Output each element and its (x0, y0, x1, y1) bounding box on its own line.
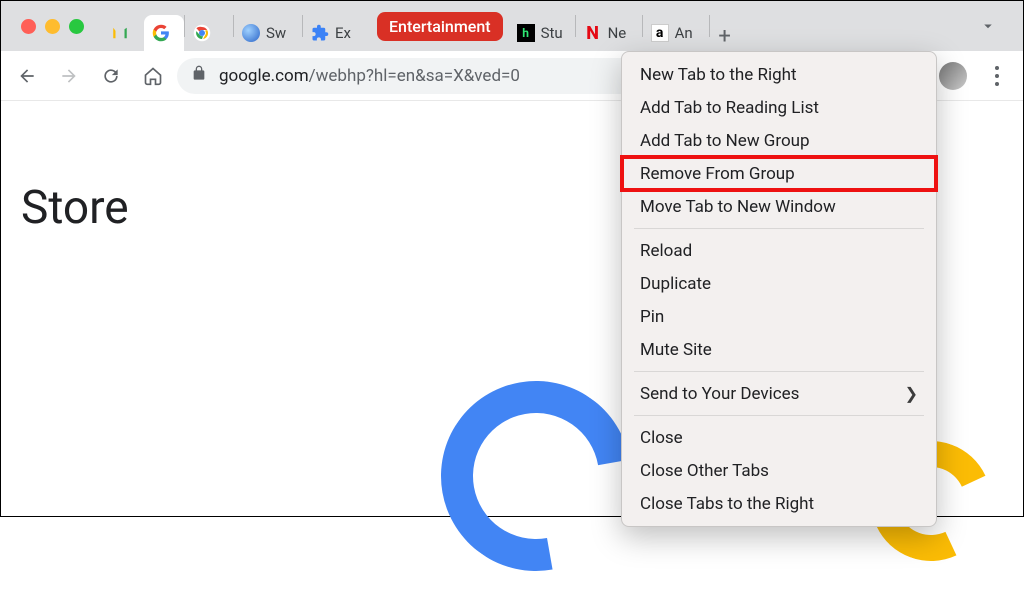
tab-chrome[interactable] (185, 15, 233, 51)
chrome-icon (193, 24, 211, 42)
gmail-icon (111, 24, 129, 42)
ctx-label: Close (640, 428, 683, 448)
tab-label: An (675, 24, 693, 42)
tab-google-active[interactable] (144, 15, 184, 51)
tab-context-menu: New Tab to the Right Add Tab to Reading … (621, 51, 937, 527)
chevron-right-icon: ❯ (905, 384, 918, 403)
ctx-label: Send to Your Devices (640, 384, 799, 404)
lock-icon (191, 65, 207, 86)
back-button[interactable] (9, 58, 45, 94)
tabs-container: Sw Ex Entertainment h Stu N Ne a An + (102, 1, 1013, 51)
tab-strip: Sw Ex Entertainment h Stu N Ne a An + (1, 1, 1023, 51)
ctx-label: Reload (640, 241, 692, 261)
ctx-label: New Tab to the Right (640, 65, 797, 85)
home-button[interactable] (135, 58, 171, 94)
tab-label: Stu (541, 24, 563, 42)
reload-button[interactable] (93, 58, 129, 94)
close-window-button[interactable] (21, 19, 36, 34)
ctx-duplicate[interactable]: Duplicate (622, 267, 936, 300)
tab-amazon[interactable]: a An (643, 15, 709, 51)
ctx-label: Pin (640, 307, 664, 327)
netflix-icon: N (584, 24, 602, 42)
new-tab-button[interactable]: + (710, 21, 740, 51)
tab-ex[interactable]: Ex (303, 15, 371, 51)
ctx-mute-site[interactable]: Mute Site (622, 333, 936, 366)
tab-group-chip[interactable]: Entertainment (377, 12, 503, 41)
ctx-label: Close Other Tabs (640, 461, 769, 481)
forward-button[interactable] (51, 58, 87, 94)
chrome-menu-button[interactable] (979, 58, 1015, 94)
ctx-label: Add Tab to Reading List (640, 98, 819, 118)
ctx-reload[interactable]: Reload (622, 234, 936, 267)
ctx-close-right[interactable]: Close Tabs to the Right (622, 487, 936, 520)
ctx-separator (634, 228, 924, 229)
tab-search-button[interactable] (973, 11, 1003, 41)
store-link[interactable]: Store (21, 181, 129, 235)
extension-icon (311, 24, 329, 42)
ctx-label: Move Tab to New Window (640, 197, 836, 217)
url-path: /webhp?hl=en&sa=X&ved=0 (309, 66, 520, 86)
amazon-icon: a (651, 24, 669, 42)
tab-gmail-pinned[interactable] (102, 15, 144, 51)
ctx-add-new-group[interactable]: Add Tab to New Group (622, 124, 936, 157)
tab-sw[interactable]: Sw (234, 15, 302, 51)
ctx-add-reading-list[interactable]: Add Tab to Reading List (622, 91, 936, 124)
ctx-close[interactable]: Close (622, 421, 936, 454)
ctx-label: Remove From Group (640, 164, 795, 184)
tab-netflix[interactable]: N Ne (576, 15, 642, 51)
ctx-close-other[interactable]: Close Other Tabs (622, 454, 936, 487)
tab-label: Ex (335, 24, 351, 42)
globe-icon (242, 24, 260, 42)
hulu-icon: h (517, 24, 535, 42)
ctx-label: Duplicate (640, 274, 711, 294)
ctx-pin[interactable]: Pin (622, 300, 936, 333)
tab-label: Ne (608, 24, 627, 42)
minimize-window-button[interactable] (45, 19, 60, 34)
ctx-move-new-window[interactable]: Move Tab to New Window (622, 190, 936, 223)
ctx-separator (634, 415, 924, 416)
ctx-label: Add Tab to New Group (640, 131, 810, 151)
tab-label: Sw (266, 24, 286, 42)
url-host: google.com (219, 66, 309, 86)
ctx-new-tab-right[interactable]: New Tab to the Right (622, 58, 936, 91)
google-icon (152, 24, 170, 42)
ctx-separator (634, 371, 924, 372)
ctx-label: Close Tabs to the Right (640, 494, 814, 514)
tab-hulu[interactable]: h Stu (509, 15, 575, 51)
ctx-send-devices[interactable]: Send to Your Devices ❯ (622, 377, 936, 410)
ctx-remove-from-group[interactable]: Remove From Group (622, 157, 936, 190)
window-controls (11, 19, 102, 34)
profile-avatar[interactable] (939, 62, 967, 90)
ctx-label: Mute Site (640, 340, 712, 360)
fullscreen-window-button[interactable] (69, 19, 84, 34)
